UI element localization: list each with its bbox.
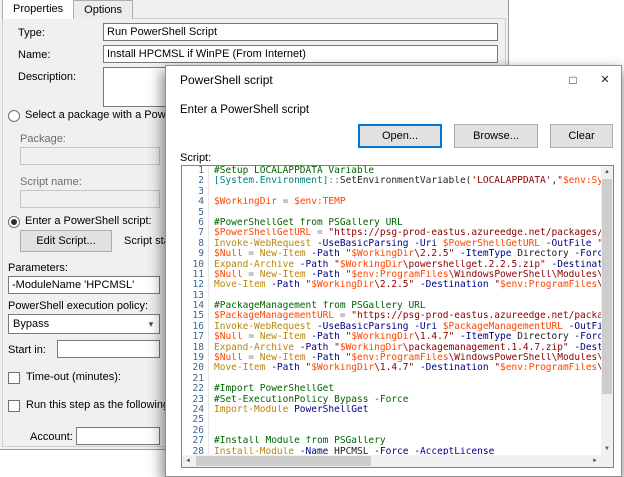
clear-button[interactable]: Clear [550,124,613,148]
account-field[interactable] [76,427,160,445]
code-line: 21 [182,374,601,384]
execution-policy-value: Bypass [13,318,49,330]
powershell-script-dialog: PowerShell script □ ✕ Enter a PowerShell… [165,65,622,477]
code-line: 14#PackageManagement from PSGallery URL [182,301,601,311]
chevron-down-icon: ▾ [143,319,159,330]
code-line: 18Expand-Archive -Path "$WorkingDir\pack… [182,343,601,353]
radio-select-package[interactable] [8,110,20,122]
code-lines: 1#Setup LOCALAPPDATA Variable2[System.En… [182,166,601,455]
dialog-titlebar[interactable]: PowerShell script □ ✕ [166,66,621,94]
code-line: 12Move-Item -Path "$WorkingDir\2.2.5" -D… [182,280,601,290]
timeout-checkbox[interactable] [8,372,20,384]
code-line: 24Import-Module PowerShellGet [182,405,601,415]
tab-strip: Properties Options [2,0,132,19]
code-line: 27#Install Module from PSGallery [182,436,601,446]
script-label: Script: [180,152,211,164]
code-line: 16Invoke-WebRequest -UseBasicParsing -Ur… [182,322,601,332]
run-as-account-checkbox[interactable] [8,400,20,412]
start-in-label: Start in: [8,344,46,356]
vertical-scrollbar[interactable]: ▲ ▼ [601,166,613,455]
horizontal-scrollbar[interactable]: ◄ ► [182,455,601,467]
timeout-label: Time-out (minutes): [26,371,121,383]
name-field[interactable] [103,45,498,63]
close-icon: ✕ [600,74,609,86]
vertical-scroll-thumb[interactable] [602,179,612,394]
name-label: Name: [18,49,50,61]
code-line: 10Expand-Archive -Path "$WorkingDir\powe… [182,260,601,270]
account-label: Account: [30,431,73,443]
scroll-left-icon[interactable]: ◄ [182,455,194,467]
package-field [20,147,160,165]
type-label: Type: [18,27,45,39]
edit-script-button[interactable]: Edit Script... [20,230,112,252]
open-button[interactable]: Open... [358,124,442,148]
code-line: 5 [182,208,601,218]
code-line: 3 [182,187,601,197]
parameters-label: Parameters: [8,262,68,274]
code-line: 13 [182,291,601,301]
close-button[interactable]: ✕ [589,66,621,94]
script-name-label: Script name: [20,176,82,188]
code-line: 7$PowerShellGetURL = "https://psg-prod-e… [182,228,601,238]
code-line: 2[System.Environment]::SetEnvironmentVar… [182,176,601,186]
tab-properties[interactable]: Properties [2,0,74,19]
code-line: 20Move-Item -Path "$WorkingDir\1.4.7" -D… [182,363,601,373]
radio-enter-script-label: Enter a PowerShell script: [25,215,152,227]
scroll-down-icon[interactable]: ▼ [601,443,613,455]
start-in-field[interactable] [57,340,160,358]
scrollbar-corner [601,455,613,467]
description-label: Description: [18,71,76,83]
package-label: Package: [20,133,66,145]
browse-button[interactable]: Browse... [454,124,538,148]
tab-options[interactable]: Options [73,0,133,19]
type-field[interactable] [103,23,498,41]
code-line: 25 [182,415,601,425]
horizontal-scroll-thumb[interactable] [196,456,371,466]
screen: Properties Options Type: Name: Descripti… [0,0,624,477]
prompt-label: Enter a PowerShell script [180,104,309,116]
code-line: 6#PowerShellGet from PSGallery URL [182,218,601,228]
code-line: 8Invoke-WebRequest -UseBasicParsing -Uri… [182,239,601,249]
execution-policy-label: PowerShell execution policy: [8,300,148,312]
scroll-up-icon[interactable]: ▲ [601,166,613,178]
dialog-title: PowerShell script [180,73,273,87]
code-line: 28Install-Module -Name HPCMSL -Force -Ac… [182,447,601,455]
code-line: 4$WorkingDir = $env:TEMP [182,197,601,207]
maximize-icon: □ [569,73,576,87]
code-line: 9$Null = New-Item -Path "$WorkingDir\2.2… [182,249,601,259]
radio-enter-script[interactable] [8,216,20,228]
maximize-button[interactable]: □ [557,66,589,94]
code-line: 19$Null = New-Item -Path "$env:ProgramFi… [182,353,601,363]
radio-selected-dot [11,219,17,225]
code-line: 1#Setup LOCALAPPDATA Variable [182,166,601,176]
code-line: 26 [182,426,601,436]
code-line: 15$PackageManagementURL = "https://psg-p… [182,311,601,321]
script-editor[interactable]: 1#Setup LOCALAPPDATA Variable2[System.En… [181,165,614,468]
code-line: 17$Null = New-Item -Path "$WorkingDir\1.… [182,332,601,342]
code-line: 23#Set-ExecutionPolicy Bypass -Force [182,395,601,405]
execution-policy-select[interactable]: Bypass ▾ [8,314,160,334]
code-line: 11$Null = New-Item -Path "$env:ProgramFi… [182,270,601,280]
parameters-field[interactable] [8,276,160,294]
script-name-field [20,190,160,208]
code-line: 22#Import PowerShellGet [182,384,601,394]
scroll-right-icon[interactable]: ► [589,455,601,467]
